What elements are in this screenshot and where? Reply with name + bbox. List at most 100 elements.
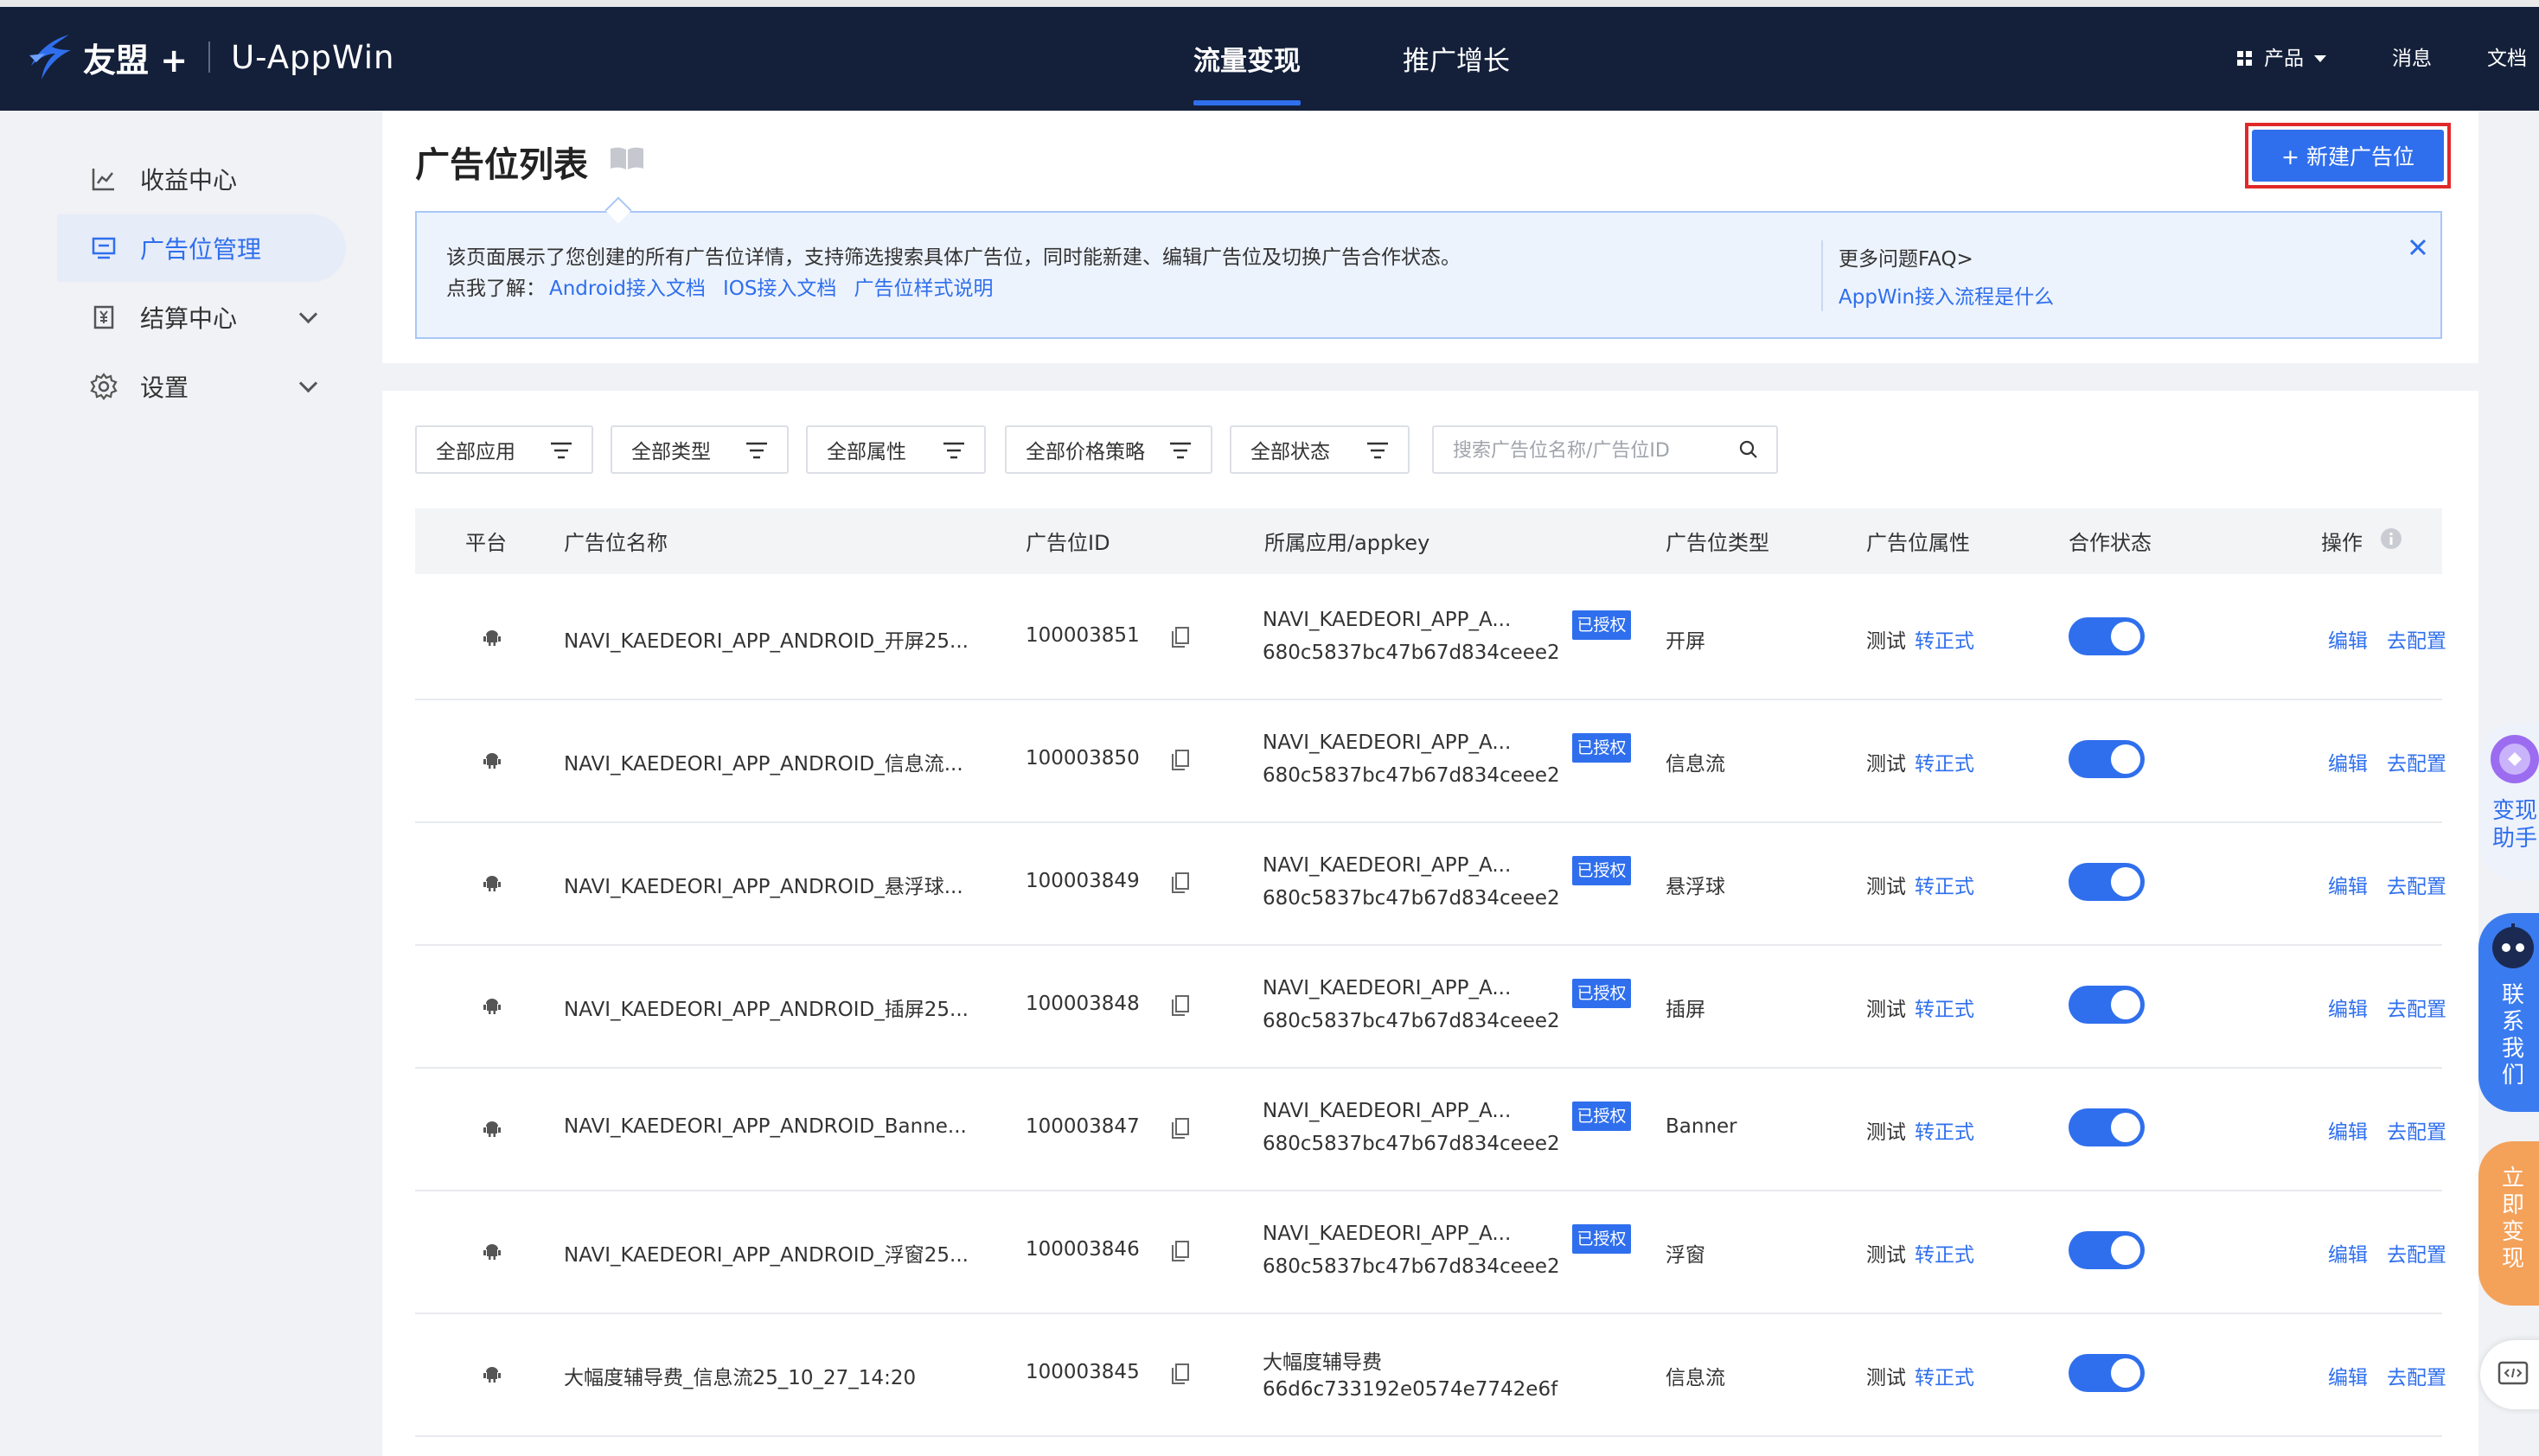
- filter-all-attributes[interactable]: 全部属性: [806, 425, 986, 474]
- faq-appwin-flow-link[interactable]: AppWin接入流程是什么: [1839, 280, 2054, 310]
- edit-link[interactable]: 编辑: [2328, 1361, 2368, 1390]
- coop-status-toggle[interactable]: [2069, 740, 2145, 778]
- filter-all-apps[interactable]: 全部应用: [415, 425, 593, 474]
- brand-name: 友盟 +: [83, 41, 189, 80]
- to-formal-link[interactable]: 转正式: [1915, 747, 1974, 776]
- appkey: 680c5837bc47b67d834ceee2: [1263, 1255, 1560, 1278]
- coop-status-toggle[interactable]: [2069, 617, 2145, 655]
- configure-link[interactable]: 去配置: [2387, 624, 2446, 654]
- android-doc-link[interactable]: Android接入文档: [549, 271, 706, 301]
- new-adslot-button[interactable]: + 新建广告位: [2252, 130, 2444, 182]
- adslot-id: 100003846: [1026, 1238, 1140, 1261]
- edit-link[interactable]: 编辑: [2328, 993, 2368, 1022]
- search-icon[interactable]: [1738, 439, 1759, 460]
- copy-icon[interactable]: [1171, 749, 1190, 771]
- sidebar-item-settings[interactable]: 设置: [57, 353, 346, 420]
- app-name: NAVI_KAEDEORI_APP_A...: [1263, 854, 1512, 877]
- copy-icon[interactable]: [1171, 872, 1190, 894]
- info-icon[interactable]: [2380, 527, 2402, 550]
- monetization-assistant-button[interactable]: 变现助手: [2480, 723, 2539, 880]
- page-title: 广告位列表: [415, 145, 588, 185]
- messages-link[interactable]: 消息: [2392, 7, 2432, 111]
- contact-us-button[interactable]: 联系我们: [2478, 913, 2539, 1112]
- adslot-name: NAVI_KAEDEORI_APP_ANDROID_插屏25...: [564, 999, 969, 1021]
- products-menu[interactable]: 产品: [2236, 7, 2326, 111]
- monetize-now-button[interactable]: 立即变现: [2478, 1141, 2539, 1306]
- filter-all-pricing[interactable]: 全部价格策略: [1005, 425, 1212, 474]
- authorized-badge: 已授权: [1572, 733, 1631, 763]
- configure-link[interactable]: 去配置: [2387, 993, 2446, 1022]
- filter-icon: [746, 442, 767, 459]
- adslot-id: 100003845: [1026, 1361, 1140, 1383]
- coop-status-toggle[interactable]: [2069, 1354, 2145, 1392]
- filter-all-types[interactable]: 全部类型: [611, 425, 789, 474]
- configure-link[interactable]: 去配置: [2387, 1361, 2446, 1390]
- edit-link[interactable]: 编辑: [2328, 1238, 2368, 1268]
- adslot-type: Banner: [1666, 1115, 1737, 1138]
- app-name: NAVI_KAEDEORI_APP_A...: [1263, 1223, 1512, 1245]
- search-input[interactable]: [1451, 436, 1731, 465]
- tab-traffic-monetization[interactable]: 流量变现: [1193, 7, 1301, 111]
- docs-link[interactable]: 文档: [2487, 7, 2527, 111]
- sidebar-item-revenue[interactable]: 收益中心: [57, 145, 346, 213]
- sidebar-item-settlement[interactable]: 结算中心: [57, 284, 346, 351]
- adslot-type: 悬浮球: [1666, 876, 1725, 898]
- edit-link[interactable]: 编辑: [2328, 624, 2368, 654]
- copy-icon[interactable]: [1171, 626, 1190, 648]
- configure-link[interactable]: 去配置: [2387, 1238, 2446, 1268]
- copy-icon[interactable]: [1171, 1117, 1190, 1140]
- edit-link[interactable]: 编辑: [2328, 870, 2368, 899]
- sidebar-item-label: 广告位管理: [140, 235, 262, 264]
- configure-link[interactable]: 去配置: [2387, 870, 2446, 899]
- code-feedback-button[interactable]: [2480, 1340, 2539, 1409]
- to-formal-link[interactable]: 转正式: [1915, 1115, 1974, 1145]
- book-icon[interactable]: [609, 145, 645, 171]
- to-formal-link[interactable]: 转正式: [1915, 1238, 1974, 1268]
- app-name: NAVI_KAEDEORI_APP_A...: [1263, 609, 1512, 631]
- robot-avatar-icon: [2492, 923, 2534, 968]
- chevron-down-icon: [298, 304, 318, 324]
- android-icon: [483, 876, 501, 891]
- copy-icon[interactable]: [1171, 1240, 1190, 1262]
- appkey: 680c5837bc47b67d834ceee2: [1263, 642, 1560, 664]
- filter-icon: [943, 442, 964, 459]
- configure-link[interactable]: 去配置: [2387, 747, 2446, 776]
- coop-status-toggle[interactable]: [2069, 1108, 2145, 1146]
- table-header: 平台 广告位名称 广告位ID 所属应用/appkey 广告位类型 广告位属性 合…: [415, 508, 2442, 574]
- edit-link[interactable]: 编辑: [2328, 1115, 2368, 1145]
- coop-status-toggle[interactable]: [2069, 863, 2145, 901]
- col-adslot-name: 广告位名称: [564, 531, 668, 555]
- sidebar-item-adslot-management[interactable]: 广告位管理: [57, 214, 346, 282]
- to-formal-link[interactable]: 转正式: [1915, 624, 1974, 654]
- to-formal-link[interactable]: 转正式: [1915, 870, 1974, 899]
- faq-title[interactable]: 更多问题FAQ>: [1839, 242, 1973, 271]
- coop-status-toggle[interactable]: [2069, 986, 2145, 1024]
- chevron-down-icon: [2314, 55, 2326, 62]
- copy-icon[interactable]: [1171, 1363, 1190, 1385]
- line-chart-icon: [90, 165, 118, 193]
- to-formal-link[interactable]: 转正式: [1915, 993, 1974, 1022]
- edit-link[interactable]: 编辑: [2328, 747, 2368, 776]
- sidebar-item-label: 收益中心: [140, 166, 238, 195]
- adslot-type: 信息流: [1666, 753, 1725, 776]
- configure-link[interactable]: 去配置: [2387, 1115, 2446, 1145]
- tab-promotion-growth[interactable]: 推广增长: [1403, 7, 1510, 111]
- to-formal-link[interactable]: 转正式: [1915, 1361, 1974, 1390]
- appkey: 680c5837bc47b67d834ceee2: [1263, 1010, 1560, 1032]
- attr-test: 测试: [1866, 630, 1906, 653]
- appkey: 680c5837bc47b67d834ceee2: [1263, 887, 1560, 910]
- ios-doc-link[interactable]: IOS接入文档: [723, 271, 837, 301]
- close-icon[interactable]: [2406, 235, 2430, 259]
- logo[interactable]: 友盟 + U-AppWin: [26, 31, 394, 83]
- copy-icon[interactable]: [1171, 994, 1190, 1017]
- info-links-prefix: 点我了解：: [446, 278, 546, 300]
- coop-status-toggle[interactable]: [2069, 1231, 2145, 1269]
- adslot-name: 大幅度辅导费_信息流25_10_27_14:20: [564, 1367, 917, 1389]
- attr-test: 测试: [1866, 999, 1906, 1021]
- info-divider: [1821, 240, 1823, 311]
- filter-all-status[interactable]: 全部状态: [1230, 425, 1410, 474]
- info-description: 该页面展示了您创建的所有广告位详情，支持筛选搜索具体广告位，同时能新建、编辑广告…: [446, 246, 1461, 269]
- adslot-style-link[interactable]: 广告位样式说明: [854, 271, 993, 301]
- android-icon: [483, 999, 501, 1014]
- adslot-type: 浮窗: [1666, 1244, 1705, 1267]
